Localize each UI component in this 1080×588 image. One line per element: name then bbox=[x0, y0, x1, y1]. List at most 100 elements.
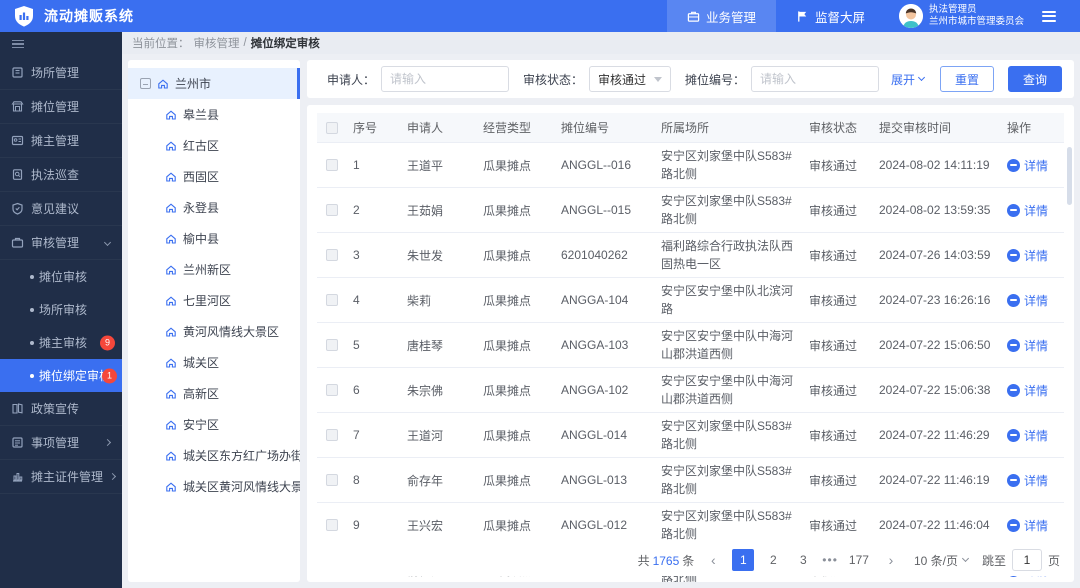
row-checkbox[interactable] bbox=[326, 384, 338, 396]
detail-button[interactable]: 详情 bbox=[1001, 333, 1071, 358]
detail-button[interactable]: 详情 bbox=[1001, 198, 1071, 223]
user-role: 执法管理员 bbox=[929, 4, 1024, 16]
sidebar-subitem-place-audit[interactable]: 场所审核 bbox=[0, 293, 122, 326]
row-no: 6 bbox=[347, 379, 401, 401]
detail-button[interactable]: 详情 bbox=[1001, 288, 1071, 313]
prev-page-button[interactable]: ‹ bbox=[702, 549, 724, 571]
more-icon bbox=[1007, 339, 1020, 352]
breadcrumb-parent: 审核管理 bbox=[194, 35, 240, 51]
tree-node[interactable]: 兰州新区 bbox=[128, 254, 300, 285]
row-status: 审核通过 bbox=[803, 513, 873, 538]
tree-node[interactable]: 高新区 bbox=[128, 378, 300, 409]
home-icon bbox=[165, 233, 177, 245]
status-select[interactable]: 审核通过 bbox=[589, 66, 671, 92]
nav-monitor[interactable]: 监督大屏 bbox=[776, 0, 885, 32]
sidebar-subitem-vendor-audit[interactable]: 摊主审核 9 bbox=[0, 326, 122, 359]
tree-node[interactable]: 城关区黄河风情线大景区街道 bbox=[128, 471, 300, 502]
tree-node[interactable]: 城关区东方红广场办街道 bbox=[128, 440, 300, 471]
row-checkbox[interactable] bbox=[326, 294, 338, 306]
audit-icon bbox=[11, 236, 24, 249]
row-submit-time: 2024-07-22 11:46:29 bbox=[873, 424, 1001, 446]
sidebar-item-policy[interactable]: 政策宣传 bbox=[0, 392, 122, 426]
row-place: 安宁区刘家堡中队S583#路北侧 bbox=[655, 413, 803, 457]
tree-node[interactable]: 皋兰县 bbox=[128, 99, 300, 130]
sidebar-subitem-stall-binding-audit[interactable]: 摊位绑定审核 1 bbox=[0, 359, 122, 392]
chevron-down-icon bbox=[918, 74, 925, 81]
sidebar-item-patrol[interactable]: 执法巡查 bbox=[0, 158, 122, 192]
row-checkbox[interactable] bbox=[326, 204, 338, 216]
detail-button[interactable]: 详情 bbox=[1001, 153, 1071, 178]
page-size-select[interactable]: 10 条/页 bbox=[914, 552, 968, 569]
breadcrumb: 当前位置：审核管理 / 摊位绑定审核 bbox=[122, 32, 1080, 54]
sidebar-item-stall-mgmt[interactable]: 摊位管理 bbox=[0, 90, 122, 124]
more-icon bbox=[1007, 429, 1020, 442]
table-row: 1 王道平 瓜果摊点 ANGGL--016 安宁区刘家堡中队S583#路北侧 审… bbox=[317, 143, 1064, 188]
sidebar-item-audit-mgmt[interactable]: 审核管理 bbox=[0, 226, 122, 260]
applicant-input[interactable] bbox=[381, 66, 509, 92]
row-status: 审核通过 bbox=[803, 378, 873, 403]
applicant-label: 申请人： bbox=[327, 71, 375, 88]
col-header-type: 经营类型 bbox=[477, 115, 555, 140]
reset-button[interactable]: 重置 bbox=[940, 66, 994, 92]
tree-node[interactable]: 榆中县 bbox=[128, 223, 300, 254]
page-button-last[interactable]: 177 bbox=[846, 549, 872, 571]
home-icon bbox=[165, 450, 177, 462]
detail-button[interactable]: 详情 bbox=[1001, 468, 1071, 493]
row-checkbox[interactable] bbox=[326, 429, 338, 441]
sidebar-item-matters-mgmt[interactable]: 事项管理 bbox=[0, 426, 122, 460]
row-place: 安宁区刘家堡中队S583#路北侧 bbox=[655, 458, 803, 502]
next-page-button[interactable]: › bbox=[880, 549, 902, 571]
tree-node[interactable]: 永登县 bbox=[128, 192, 300, 223]
row-checkbox[interactable] bbox=[326, 474, 338, 486]
select-all-checkbox[interactable] bbox=[326, 122, 338, 134]
search-button[interactable]: 查询 bbox=[1008, 66, 1062, 92]
row-status: 审核通过 bbox=[803, 243, 873, 268]
page-button-2[interactable]: 2 bbox=[762, 549, 784, 571]
tree-node[interactable]: 黄河风情线大景区 bbox=[128, 316, 300, 347]
expand-filters-link[interactable]: 展开 bbox=[891, 71, 924, 88]
row-no: 8 bbox=[347, 469, 401, 491]
detail-button[interactable]: 详情 bbox=[1001, 423, 1071, 448]
tree-node[interactable]: 红古区 bbox=[128, 130, 300, 161]
tree-node[interactable]: 城关区 bbox=[128, 347, 300, 378]
tree-collapse-icon[interactable] bbox=[140, 78, 151, 89]
pagination-ellipsis[interactable]: ••• bbox=[822, 553, 838, 567]
home-icon bbox=[165, 357, 177, 369]
page-button-3[interactable]: 3 bbox=[792, 549, 814, 571]
detail-button[interactable]: 详情 bbox=[1001, 378, 1071, 403]
page-button-1[interactable]: 1 bbox=[732, 549, 754, 571]
row-stall-code: ANGGL-012 bbox=[555, 514, 655, 536]
row-applicant: 朱世发 bbox=[401, 243, 477, 268]
row-checkbox[interactable] bbox=[326, 249, 338, 261]
row-checkbox[interactable] bbox=[326, 339, 338, 351]
nav-business[interactable]: 业务管理 bbox=[667, 0, 776, 32]
status-label: 审核状态： bbox=[523, 71, 583, 88]
stall-code-input[interactable] bbox=[751, 66, 879, 92]
row-no: 9 bbox=[347, 514, 401, 536]
tree-node[interactable]: 安宁区 bbox=[128, 409, 300, 440]
sidebar-collapse-bar bbox=[0, 32, 122, 56]
row-type: 瓜果摊点 bbox=[477, 243, 555, 268]
sidebar-subitem-stall-audit[interactable]: 摊位审核 bbox=[0, 260, 122, 293]
table-scrollbar[interactable] bbox=[1067, 147, 1072, 205]
tree-node[interactable]: 七里河区 bbox=[128, 285, 300, 316]
jump-page-input[interactable] bbox=[1012, 549, 1042, 571]
more-icon bbox=[1007, 474, 1020, 487]
row-checkbox[interactable] bbox=[326, 519, 338, 531]
sidebar-item-vendor-cert-mgmt[interactable]: 摊主证件管理 bbox=[0, 460, 122, 494]
row-no: 3 bbox=[347, 244, 401, 266]
detail-button[interactable]: 详情 bbox=[1001, 513, 1071, 538]
user-info[interactable]: 执法管理员 兰州市城市管理委员会 bbox=[885, 4, 1038, 28]
row-checkbox[interactable] bbox=[326, 159, 338, 171]
tree-node-root[interactable]: 兰州市 bbox=[128, 68, 300, 99]
sidebar-item-vendor-mgmt[interactable]: 摊主管理 bbox=[0, 124, 122, 158]
detail-button[interactable]: 详情 bbox=[1001, 243, 1071, 268]
sidebar-collapse-icon[interactable] bbox=[12, 40, 24, 49]
tree-node[interactable]: 西固区 bbox=[128, 161, 300, 192]
chevron-right-icon bbox=[109, 473, 116, 480]
sidebar-item-feedback[interactable]: 意见建议 bbox=[0, 192, 122, 226]
pagination: 共1765条 ‹ 1 2 3 ••• 177 › 10 条/页 跳至 bbox=[307, 544, 1074, 576]
menu-icon[interactable] bbox=[1042, 11, 1068, 22]
home-icon bbox=[165, 140, 177, 152]
sidebar-item-place-mgmt[interactable]: 场所管理 bbox=[0, 56, 122, 90]
